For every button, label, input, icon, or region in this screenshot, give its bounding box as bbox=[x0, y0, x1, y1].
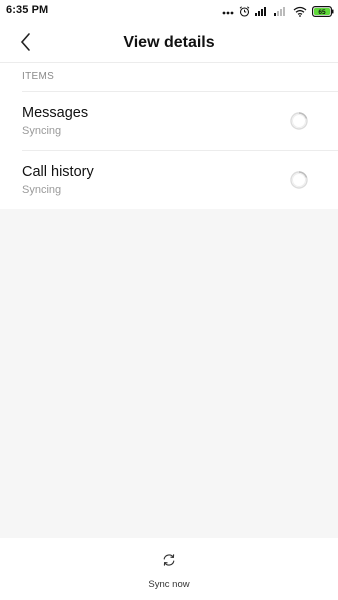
sync-now-label: Sync now bbox=[148, 579, 190, 590]
battery-icon: 65 bbox=[312, 5, 334, 17]
status-time: 6:35 PM bbox=[6, 4, 49, 16]
sync-now-button[interactable]: Sync now bbox=[119, 548, 219, 594]
signal-icon bbox=[255, 6, 269, 16]
signal-weak-icon bbox=[274, 6, 288, 16]
app-header: View details bbox=[0, 22, 338, 63]
status-bar: 6:35 PM 65 bbox=[0, 0, 338, 22]
refresh-icon bbox=[163, 554, 175, 566]
alarm-icon bbox=[239, 5, 250, 17]
wifi-icon bbox=[293, 6, 307, 17]
list-item-title: Call history bbox=[22, 164, 94, 180]
loading-spinner-icon bbox=[290, 171, 308, 189]
bottom-action-bar: Sync now bbox=[0, 538, 338, 600]
page-title: View details bbox=[123, 34, 215, 51]
list-item-messages[interactable]: Messages Syncing bbox=[0, 92, 338, 150]
status-icons: 65 bbox=[222, 3, 334, 19]
loading-spinner-icon bbox=[290, 112, 308, 130]
more-dots-icon bbox=[222, 7, 234, 15]
items-list: ITEMS Messages Syncing Call history Sync… bbox=[0, 63, 338, 209]
list-item-status: Syncing bbox=[22, 184, 62, 196]
section-label: ITEMS bbox=[22, 71, 55, 82]
list-item-status: Syncing bbox=[22, 125, 62, 137]
battery-level: 65 bbox=[318, 9, 326, 16]
list-item-call-history[interactable]: Call history Syncing bbox=[0, 151, 338, 209]
list-item-title: Messages bbox=[22, 105, 89, 121]
